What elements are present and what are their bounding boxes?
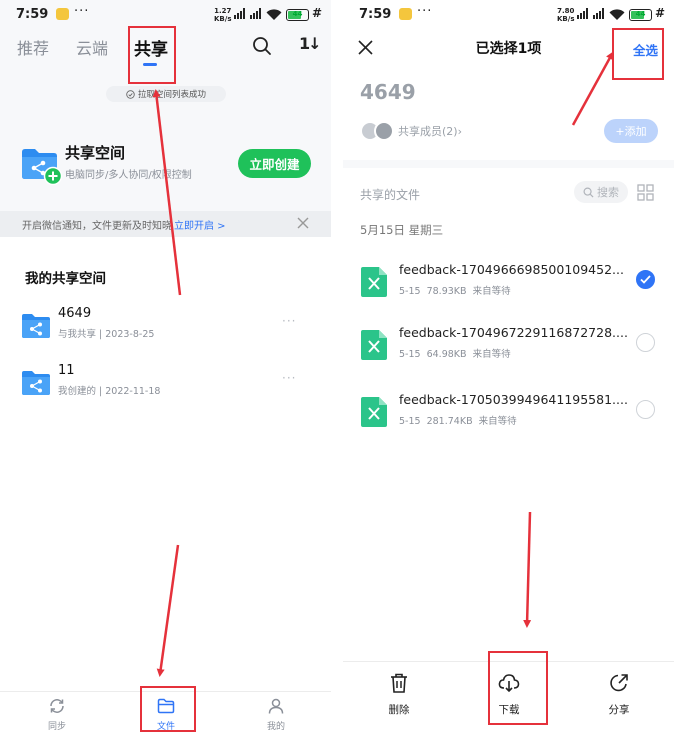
search-icon[interactable] (252, 36, 272, 56)
delete-button[interactable]: 删除 (369, 662, 429, 734)
battery-icon: 44 (629, 9, 652, 21)
grid-view-icon (637, 184, 654, 201)
battery-icon: 44 (286, 9, 309, 21)
highlight-shared-tab (128, 26, 176, 84)
space-meta: 我创建的 | 2022-11-18 (58, 386, 161, 397)
share-icon (610, 674, 628, 692)
status-extra-icon: # (312, 6, 323, 20)
file-meta: 5-15 281.74KB 来自等待 (399, 416, 517, 427)
signal-icon (234, 8, 245, 19)
space-meta: 与我共享 | 2023-8-25 (58, 329, 155, 340)
file-name: feedback-1704967229116872728.... (399, 325, 628, 340)
chevron-right-icon: › (457, 124, 462, 138)
space-item-11[interactable]: 11 我创建的 | 2022-11-18 ··· (0, 363, 331, 411)
more-notifications-icon: ··· (417, 4, 433, 19)
notification-icon (56, 8, 69, 20)
date-header: 5月15日 星期三 (360, 223, 444, 237)
space-item-4649[interactable]: 4649 与我共享 | 2023-8-25 ··· (0, 306, 331, 354)
sync-icon (50, 699, 64, 713)
nav-me-label: 我的 (266, 722, 285, 732)
file-name: feedback-1705039949641195581.... (399, 392, 628, 407)
file-meta: 5-15 78.93KB 来自等待 (399, 286, 511, 297)
file-row[interactable]: feedback-1705039949641195581.... 5-15 28… (343, 392, 674, 442)
share-button[interactable]: 分享 (589, 662, 649, 734)
section-title: 我的共享空间 (25, 271, 106, 287)
members-label: 共享成员(2) (398, 125, 458, 138)
network-speed: 1.27 KB/s (214, 7, 232, 23)
excel-file-icon (361, 397, 387, 427)
highlight-select-all (612, 28, 664, 80)
toast-message: 拉取空间列表成功 (106, 86, 226, 102)
check-icon (640, 275, 651, 284)
signal-icon-2 (250, 8, 261, 19)
enable-now-link[interactable]: 立即开启 > (174, 217, 226, 232)
signal-icon (577, 8, 588, 19)
file-row[interactable]: feedback-1704967229116872728.... 5-15 64… (343, 325, 674, 375)
file-row[interactable]: feedback-1704966698500109452... 5-15 78.… (343, 262, 674, 312)
status-time: 7:59 (359, 7, 392, 22)
status-time: 7:59 (16, 7, 49, 22)
notification-icon (399, 8, 412, 20)
trash-icon (391, 673, 407, 693)
file-checkbox-checked[interactable] (636, 270, 655, 289)
file-meta: 5-15 64.98KB 来自等待 (399, 349, 511, 360)
delete-label: 删除 (388, 704, 410, 716)
space-name: 11 (58, 363, 75, 378)
nav-me[interactable]: 我的 (246, 692, 306, 734)
more-notifications-icon: ··· (74, 4, 90, 19)
signal-icon-2 (593, 8, 604, 19)
nav-sync-label: 同步 (47, 722, 66, 732)
right-phone-screen: 7:59 ··· 7.80 KB/s 44 # 已选择1项 全选 4649 共享成… (343, 0, 674, 734)
tab-recommend[interactable]: 推荐 (17, 35, 49, 59)
screen-divider (331, 0, 343, 734)
more-icon[interactable]: ··· (282, 371, 296, 385)
add-member-button: +添加 (604, 119, 658, 143)
highlight-download (488, 651, 548, 725)
section-divider (343, 160, 674, 168)
user-icon (268, 698, 284, 714)
status-extra-icon: # (655, 6, 666, 20)
more-icon[interactable]: ··· (282, 314, 296, 328)
nav-sync[interactable]: 同步 (27, 692, 87, 734)
promo-title: 共享空间 (65, 144, 126, 162)
promo-subtitle: 电脑同步/多人协同/权限控制 (65, 170, 192, 181)
space-name: 4649 (58, 306, 92, 321)
left-phone-screen: 7:59 ··· 1.27 KB/s 44 # 推荐 云端 共享 1↓ 拉取空间列… (0, 0, 331, 734)
avatar (374, 121, 394, 141)
sort-icon[interactable]: 1↓ (299, 34, 322, 53)
members-row: 共享成员(2) › (360, 121, 462, 141)
file-checkbox[interactable] (636, 400, 655, 419)
file-checkbox[interactable] (636, 333, 655, 352)
close-icon[interactable] (297, 217, 309, 229)
shared-folder-add-icon (22, 149, 63, 186)
space-title: 4649 (360, 80, 416, 104)
network-speed: 7.80 KB/s (557, 7, 575, 23)
wifi-icon (609, 9, 625, 20)
search-box: 搜索 (574, 181, 628, 203)
wechat-notice-bar: 开启微信通知，文件更新及时知晓 立即开启 > (0, 211, 331, 237)
search-icon (583, 187, 594, 198)
check-circle-icon (126, 89, 135, 99)
excel-file-icon (361, 330, 387, 360)
shared-folder-icon (22, 371, 50, 395)
wifi-icon (266, 9, 282, 20)
highlight-files-nav (140, 686, 196, 732)
shared-folder-icon (22, 314, 50, 338)
excel-file-icon (361, 267, 387, 297)
file-name: feedback-1704966698500109452... (399, 262, 624, 277)
create-now-button[interactable]: 立即创建 (238, 149, 311, 178)
share-label: 分享 (608, 704, 630, 716)
status-bar: 7:59 ··· 7.80 KB/s 44 # (343, 0, 674, 30)
notice-text: 开启微信通知，文件更新及时知晓 (22, 220, 172, 232)
tab-cloud[interactable]: 云端 (76, 35, 108, 59)
shared-files-label: 共享的文件 (360, 188, 421, 202)
